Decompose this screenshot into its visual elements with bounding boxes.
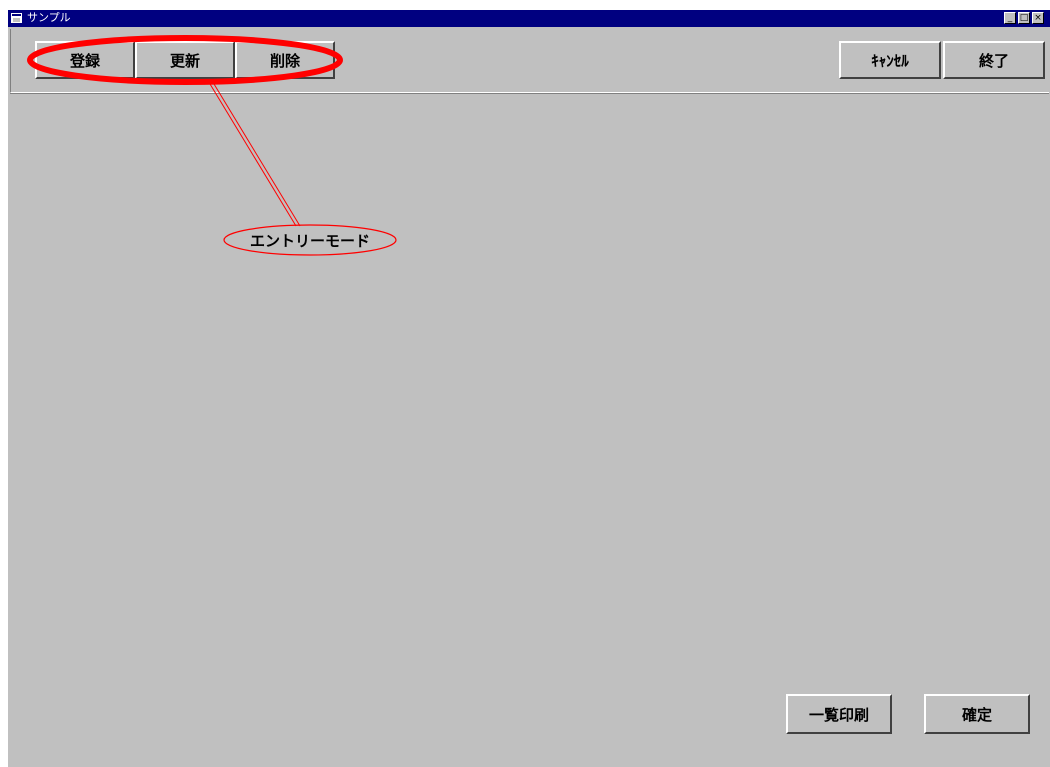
exit-button-label: 終了 <box>978 51 1009 70</box>
entry-mode-label: エントリーモード <box>249 232 370 250</box>
confirm-button-label: 確定 <box>961 705 992 724</box>
print-list-button-label: 一覧印刷 <box>808 705 869 724</box>
register-button[interactable]: 登録 <box>35 41 135 79</box>
close-icon[interactable]: × <box>1032 12 1044 24</box>
cancel-button-label: ｷｬﾝｾﾙ <box>871 51 909 70</box>
confirm-button[interactable]: 確定 <box>924 694 1030 734</box>
update-button-label: 更新 <box>169 51 200 70</box>
delete-button[interactable]: 削除 <box>235 41 335 79</box>
app-icon <box>11 13 22 23</box>
maximize-icon[interactable]: □ <box>1018 12 1030 24</box>
minimize-icon[interactable]: _ <box>1004 12 1016 24</box>
delete-button-label: 削除 <box>269 51 300 70</box>
window-title: サンプル <box>27 11 71 24</box>
toolbar: 登録 更新 削除 ｷｬﾝｾﾙ 終了 <box>10 29 1049 93</box>
cancel-button[interactable]: ｷｬﾝｾﾙ <box>839 41 941 79</box>
register-button-label: 登録 <box>69 51 100 70</box>
main-window: サンプル _ □ × 登録 更新 削除 ｷｬﾝｾﾙ 終了 一覧印刷 確定 <box>8 10 1050 767</box>
update-button[interactable]: 更新 <box>135 41 235 79</box>
print-list-button[interactable]: 一覧印刷 <box>786 694 892 734</box>
title-bar: サンプル _ □ × <box>8 10 1050 27</box>
exit-button[interactable]: 終了 <box>943 41 1045 79</box>
